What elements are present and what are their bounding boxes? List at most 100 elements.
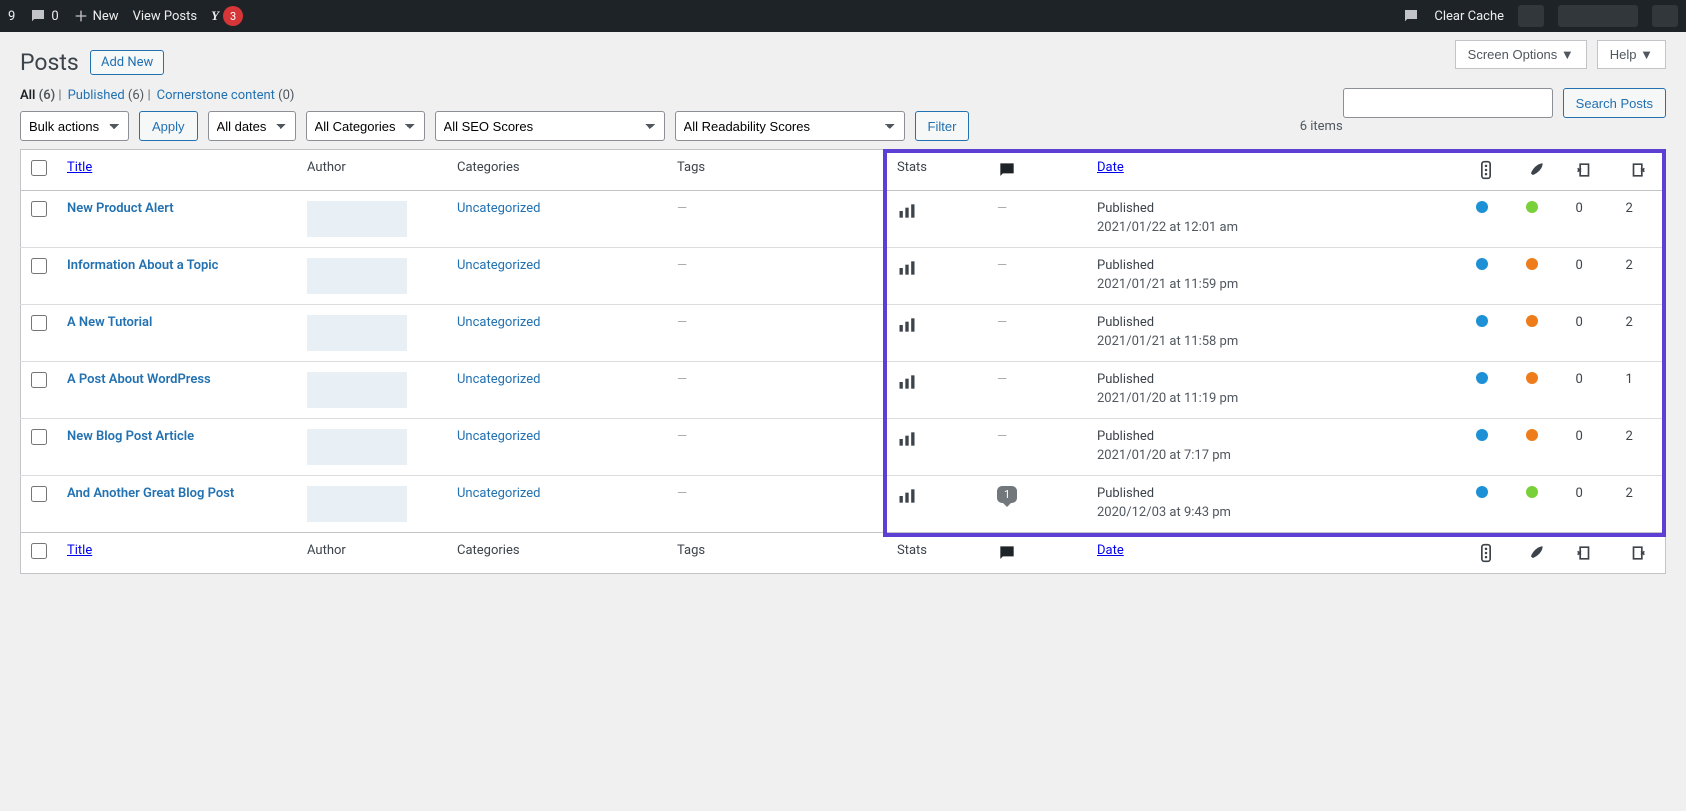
stats-icon [897, 429, 917, 449]
column-categories: Categories [447, 150, 667, 191]
column-comments[interactable] [987, 533, 1087, 574]
comment-count-bubble[interactable]: 1 [997, 486, 1017, 503]
post-title-link[interactable]: Information About a Topic [67, 258, 218, 273]
post-status: Published [1097, 201, 1154, 216]
column-readability [1516, 533, 1566, 574]
row-checkbox[interactable] [31, 201, 47, 217]
traffic-light-icon [1476, 160, 1496, 180]
seo-score-dot [1476, 372, 1488, 384]
search-posts-button[interactable]: Search Posts [1563, 88, 1666, 118]
table-row: And Another Great Blog Post Uncategorized… [21, 476, 1666, 533]
adminbar-left-number: 9 [8, 9, 15, 24]
notifications-link[interactable] [1402, 7, 1420, 25]
post-status: Published [1097, 372, 1154, 387]
readability-score-dot [1526, 486, 1538, 498]
search-input[interactable] [1343, 88, 1553, 118]
items-count: 6 items [1300, 119, 1343, 134]
category-link[interactable]: Uncategorized [457, 372, 540, 387]
column-date[interactable]: Date [1097, 160, 1124, 175]
stats-link[interactable] [897, 488, 917, 503]
column-date[interactable]: Date [1097, 543, 1124, 558]
stats-icon [897, 372, 917, 392]
column-stats: Stats [887, 533, 987, 574]
comments-link[interactable]: 0 [29, 7, 58, 25]
add-new-button[interactable]: Add New [90, 50, 164, 75]
filter-cornerstone[interactable]: Cornerstone content (0) [157, 88, 295, 103]
author-placeholder [307, 486, 407, 522]
incoming-links-count: 1 [1616, 362, 1666, 419]
table-row: A Post About WordPressUncategorized——Pub… [21, 362, 1666, 419]
post-title-link[interactable]: New Blog Post Article [67, 429, 194, 444]
row-checkbox[interactable] [31, 372, 47, 388]
table-row: Information About a TopicUncategorized——… [21, 248, 1666, 305]
readability-scores-select[interactable]: All Readability Scores [675, 111, 905, 141]
row-checkbox[interactable] [31, 258, 47, 274]
post-title-link[interactable]: A New Tutorial [67, 315, 152, 330]
column-seo [1466, 533, 1516, 574]
bulk-actions-select[interactable]: Bulk actions [20, 111, 129, 141]
no-comments: — [997, 315, 1007, 330]
help-button[interactable]: Help ▼ [1597, 40, 1666, 69]
comment-icon [997, 160, 1017, 180]
adminbar-placeholder-2[interactable] [1558, 5, 1638, 27]
readability-score-dot [1526, 372, 1538, 384]
column-comments[interactable] [987, 150, 1087, 191]
category-link[interactable]: Uncategorized [457, 201, 540, 216]
post-date: 2021/01/20 at 7:17 pm [1097, 448, 1456, 463]
category-link[interactable]: Uncategorized [457, 429, 540, 444]
apply-button[interactable]: Apply [139, 111, 198, 141]
clear-cache-link[interactable]: Clear Cache [1434, 9, 1504, 24]
tags-value: — [677, 372, 687, 387]
filter-published[interactable]: Published (6) [68, 88, 145, 103]
stats-icon [897, 486, 917, 506]
author-placeholder [307, 258, 407, 294]
stats-link[interactable] [897, 431, 917, 446]
stats-link[interactable] [897, 260, 917, 275]
select-all-checkbox-bottom[interactable] [31, 543, 47, 559]
stats-link[interactable] [897, 317, 917, 332]
stats-icon [897, 258, 917, 278]
column-links-out [1566, 150, 1616, 191]
category-link[interactable]: Uncategorized [457, 258, 540, 273]
notification-badge: 3 [223, 6, 243, 26]
author-placeholder [307, 429, 407, 465]
stats-icon [897, 201, 917, 221]
stats-link[interactable] [897, 374, 917, 389]
category-link[interactable]: Uncategorized [457, 486, 540, 501]
comment-icon [1402, 7, 1420, 25]
post-status: Published [1097, 486, 1154, 501]
screen-options-button[interactable]: Screen Options ▼ [1455, 40, 1587, 69]
filter-button[interactable]: Filter [915, 111, 970, 141]
feather-icon [1526, 543, 1546, 563]
incoming-links-count: 2 [1616, 419, 1666, 476]
feather-icon [1526, 160, 1546, 180]
row-checkbox[interactable] [31, 429, 47, 445]
column-seo [1466, 150, 1516, 191]
incoming-links-count: 2 [1616, 476, 1666, 533]
incoming-links-count: 2 [1616, 305, 1666, 362]
category-link[interactable]: Uncategorized [457, 315, 540, 330]
post-title-link[interactable]: New Product Alert [67, 201, 174, 216]
view-posts-link[interactable]: View Posts [133, 9, 198, 24]
categories-select[interactable]: All Categories [306, 111, 425, 141]
post-title-link[interactable]: And Another Great Blog Post [67, 486, 234, 501]
stats-link[interactable] [897, 203, 917, 218]
adminbar-placeholder-3[interactable] [1652, 5, 1678, 27]
seo-scores-select[interactable]: All SEO Scores [435, 111, 665, 141]
column-links-in [1616, 150, 1666, 191]
column-categories: Categories [447, 533, 667, 574]
dates-select[interactable]: All dates [208, 111, 296, 141]
post-title-link[interactable]: A Post About WordPress [67, 372, 211, 387]
row-checkbox[interactable] [31, 315, 47, 331]
yoast-link[interactable]: Y 3 [211, 6, 243, 26]
post-status-filters: All (6) | Published (6) | Cornerstone co… [20, 88, 1343, 103]
column-title[interactable]: Title [67, 543, 92, 558]
row-checkbox[interactable] [31, 486, 47, 502]
outgoing-links-count: 0 [1566, 305, 1616, 362]
adminbar-placeholder-1[interactable] [1518, 5, 1544, 27]
select-all-checkbox[interactable] [31, 160, 47, 176]
filter-all[interactable]: All (6) [20, 88, 55, 103]
new-link[interactable]: New [73, 8, 119, 24]
column-title[interactable]: Title [67, 160, 92, 175]
readability-score-dot [1526, 258, 1538, 270]
